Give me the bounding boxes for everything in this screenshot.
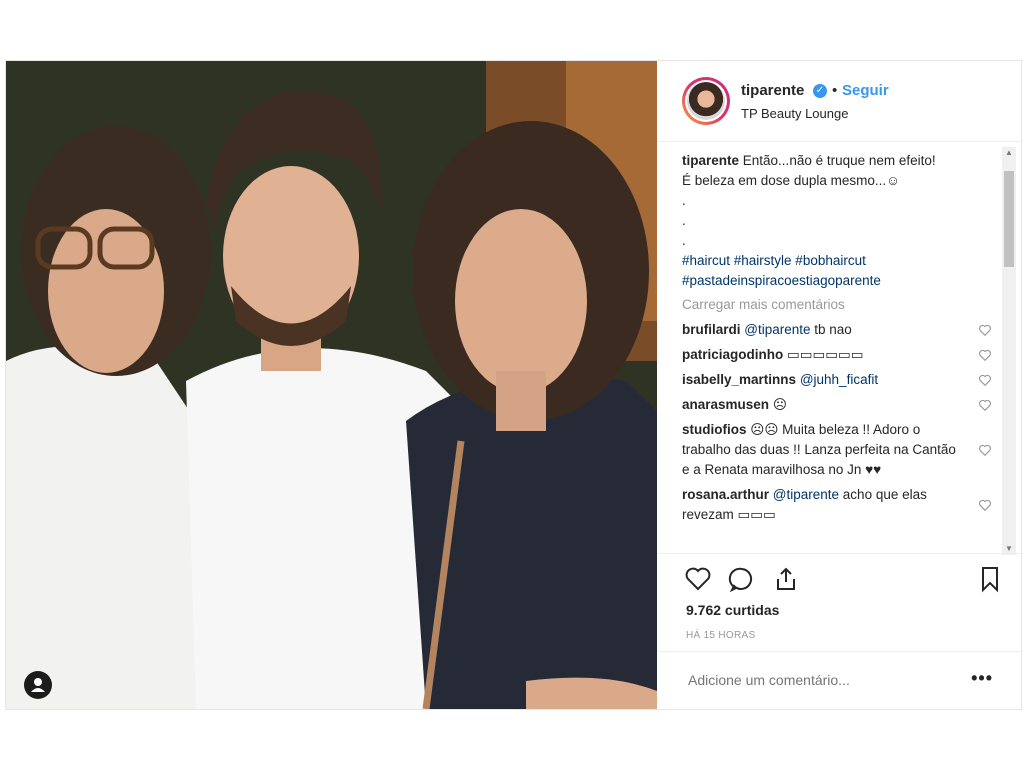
comment-bubble-icon[interactable] bbox=[728, 565, 756, 593]
comment-text: tb nao bbox=[810, 322, 852, 337]
follow-button[interactable]: Seguir bbox=[842, 82, 889, 99]
scrollbar-thumb[interactable] bbox=[1004, 171, 1014, 267]
load-more-comments-button[interactable]: Carregar mais comentários bbox=[682, 295, 992, 315]
photo-illustration bbox=[6, 61, 657, 709]
heart-icon[interactable] bbox=[978, 498, 992, 512]
caption-dot: . bbox=[682, 233, 686, 248]
comment-item: studiofios ☹☹ Muita beleza !! Adoro o tr… bbox=[682, 420, 992, 480]
heart-icon[interactable] bbox=[978, 443, 992, 457]
post-actions: 9.762 curtidas HÁ 15 HORAS bbox=[658, 553, 1021, 664]
comment-username[interactable]: brufilardi bbox=[682, 322, 741, 337]
more-options-button[interactable]: ••• bbox=[971, 668, 993, 689]
share-icon[interactable] bbox=[772, 565, 800, 593]
caption: tiparente Então...não é truque nem efeit… bbox=[682, 151, 992, 291]
post-side-panel: tiparente ✓ • Seguir TP Beauty Lounge ti… bbox=[658, 61, 1021, 709]
caption-hashtags[interactable]: #pastadeinspiracoestiagoparente bbox=[682, 271, 992, 291]
likes-count[interactable]: 9.762 curtidas bbox=[686, 602, 779, 618]
caption-line-1: Então...não é truque nem efeito! bbox=[742, 153, 936, 168]
comment-text: ▭▭▭▭▭▭ bbox=[787, 347, 864, 362]
add-comment-bar: ••• bbox=[658, 651, 1021, 710]
comment-item: brufilardi @tiparente tb nao bbox=[682, 320, 992, 340]
comment-item: patriciagodinho ▭▭▭▭▭▭ bbox=[682, 345, 992, 365]
person-icon bbox=[31, 678, 45, 692]
add-comment-input[interactable] bbox=[686, 671, 950, 689]
caption-dot: . bbox=[682, 193, 686, 208]
verified-badge-icon: ✓ bbox=[813, 84, 827, 98]
heart-icon[interactable] bbox=[978, 323, 992, 337]
comments-list[interactable]: tiparente Então...não é truque nem efeit… bbox=[682, 151, 992, 551]
location-link[interactable]: TP Beauty Lounge bbox=[741, 106, 848, 121]
caption-line-2: É beleza em dose dupla mesmo...☺ bbox=[682, 173, 900, 188]
username-link[interactable]: tiparente bbox=[741, 82, 804, 99]
caption-hashtags[interactable]: #haircut #hairstyle #bobhaircut bbox=[682, 251, 992, 271]
comment-username[interactable]: anarasmusen bbox=[682, 397, 769, 412]
avatar[interactable] bbox=[682, 77, 730, 125]
bookmark-icon[interactable] bbox=[976, 565, 1004, 593]
post-timestamp[interactable]: HÁ 15 HORAS bbox=[686, 630, 755, 641]
tagged-people-button[interactable] bbox=[24, 671, 52, 699]
comment-mention[interactable]: @juhh_ficafit bbox=[800, 372, 878, 387]
heart-icon[interactable] bbox=[978, 373, 992, 387]
comment-item: anarasmusen ☹ bbox=[682, 395, 992, 415]
comment-item: isabelly_martinns @juhh_ficafit bbox=[682, 370, 992, 390]
caption-username[interactable]: tiparente bbox=[682, 153, 739, 168]
heart-icon[interactable] bbox=[978, 348, 992, 362]
comment-text: ☹ bbox=[772, 397, 787, 412]
post-photo[interactable] bbox=[6, 61, 657, 709]
comment-mention[interactable]: @tiparente bbox=[744, 322, 810, 337]
heart-icon[interactable] bbox=[978, 398, 992, 412]
like-heart-icon[interactable] bbox=[684, 565, 712, 593]
comments-scrollbar[interactable]: ▲ ▼ bbox=[1002, 147, 1016, 555]
instagram-post: tiparente ✓ • Seguir TP Beauty Lounge ti… bbox=[5, 60, 1022, 710]
comment-username[interactable]: studiofios bbox=[682, 422, 747, 437]
caption-dot: . bbox=[682, 213, 686, 228]
comment-item: rosana.arthur @tiparente acho que elas r… bbox=[682, 485, 992, 525]
post-header: tiparente ✓ • Seguir TP Beauty Lounge bbox=[658, 61, 1021, 142]
comment-username[interactable]: isabelly_martinns bbox=[682, 372, 796, 387]
comment-username[interactable]: rosana.arthur bbox=[682, 487, 769, 502]
comment-username[interactable]: patriciagodinho bbox=[682, 347, 783, 362]
separator: • bbox=[832, 82, 838, 99]
scroll-up-arrow-icon[interactable]: ▲ bbox=[1002, 147, 1016, 159]
comment-mention[interactable]: @tiparente bbox=[773, 487, 839, 502]
